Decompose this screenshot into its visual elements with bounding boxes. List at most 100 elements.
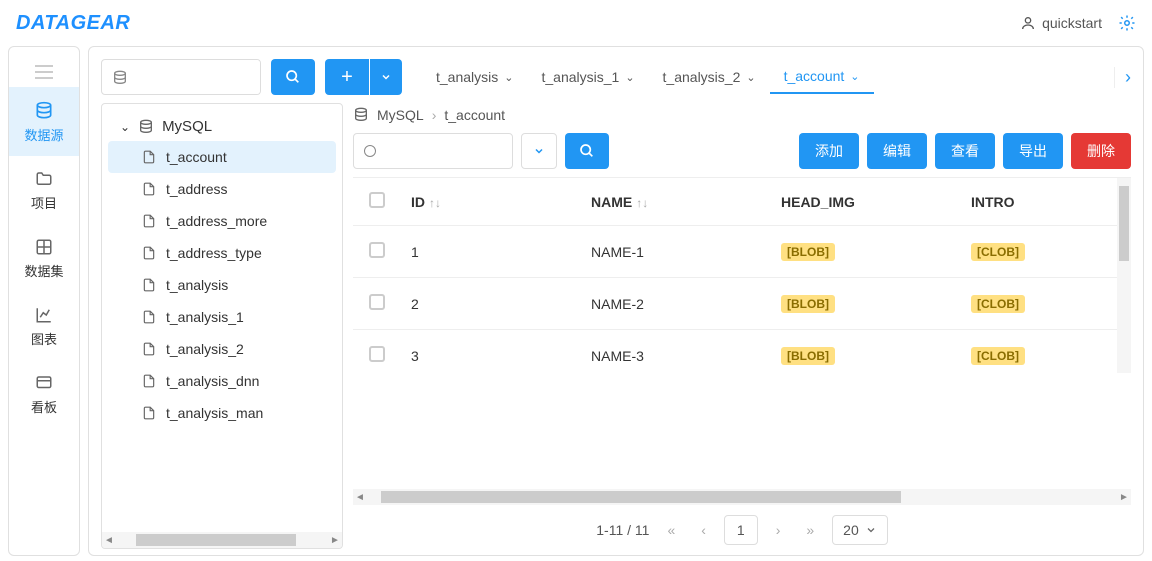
page-range: 1-11 / 11 <box>596 522 649 538</box>
app-logo[interactable]: DATAGEAR <box>16 12 130 35</box>
file-icon <box>142 149 156 165</box>
add-dropdown-button[interactable] <box>370 59 402 95</box>
chevron-down-icon <box>380 71 392 83</box>
cell-head-img: [BLOB] <box>773 278 963 330</box>
tree-item[interactable]: t_analysis_1 <box>102 301 342 333</box>
select-all-checkbox[interactable] <box>369 192 385 208</box>
page-prev-button[interactable]: ‹ <box>693 518 714 542</box>
export-button[interactable]: 导出 <box>1003 133 1063 169</box>
menu-toggle-icon[interactable] <box>9 55 79 87</box>
filter-dropdown-button[interactable] <box>521 133 557 169</box>
tree-item[interactable]: t_address_more <box>102 205 342 237</box>
db-icon <box>138 119 154 135</box>
column-header-id[interactable]: ID↑↓ <box>403 178 583 226</box>
chart-icon <box>34 306 54 324</box>
data-table: ID↑↓ NAME↑↓ HEAD_IMG INTRO 1NAME-1[BLOB]… <box>353 178 1131 381</box>
cell-id: 2 <box>403 278 583 330</box>
db-icon <box>112 70 128 86</box>
page-size-select[interactable]: 20 <box>832 515 888 545</box>
cell-intro: [CLOB] <box>963 226 1131 278</box>
row-checkbox[interactable] <box>369 242 385 258</box>
column-header-intro[interactable]: INTRO <box>963 178 1131 226</box>
chevron-down-icon[interactable]: ⌄ <box>746 71 755 84</box>
tree-item-label: t_analysis_man <box>166 405 263 421</box>
row-checkbox[interactable] <box>369 346 385 362</box>
tree-item-label: t_analysis_1 <box>166 309 244 325</box>
table-row[interactable]: 2NAME-2[BLOB][CLOB] <box>353 278 1131 330</box>
page-next-button[interactable]: › <box>768 518 789 542</box>
tabs: t_analysis⌄ t_analysis_1⌄ t_analysis_2⌄ … <box>422 60 1104 94</box>
tree-item[interactable]: t_analysis_dnn <box>102 365 342 397</box>
datasource-search[interactable] <box>101 59 261 95</box>
table-tree: ⌄ MySQL t_account t_address t_address_more… <box>101 103 343 549</box>
add-record-button[interactable]: 添加 <box>799 133 859 169</box>
nav-label: 图表 <box>31 332 57 347</box>
view-record-button[interactable]: 查看 <box>935 133 995 169</box>
row-checkbox[interactable] <box>369 294 385 310</box>
table-row[interactable]: 3NAME-3[BLOB][CLOB] <box>353 330 1131 382</box>
tab-t_account[interactable]: t_account⌄ <box>770 60 874 94</box>
breadcrumb: MySQL › t_account <box>353 103 1131 133</box>
column-header-head-img[interactable]: HEAD_IMG <box>773 178 963 226</box>
cell-name: NAME-3 <box>583 330 773 382</box>
tab-t_analysis_1[interactable]: t_analysis_1⌄ <box>527 61 648 93</box>
db-icon <box>34 101 54 121</box>
tree-item[interactable]: t_analysis_2 <box>102 333 342 365</box>
chevron-down-icon[interactable]: ⌄ <box>120 120 130 134</box>
tree-horizontal-scrollbar[interactable]: ◄ ► <box>102 532 342 548</box>
tree-item[interactable]: t_analysis <box>102 269 342 301</box>
filter-search-button[interactable] <box>565 133 609 169</box>
datasource-search-input[interactable] <box>138 60 260 94</box>
tree-item-label: t_account <box>166 149 227 165</box>
chevron-down-icon[interactable]: ⌄ <box>625 71 634 84</box>
nav-project[interactable]: 项目 <box>9 156 79 224</box>
data-table-wrap: ID↑↓ NAME↑↓ HEAD_IMG INTRO 1NAME-1[BLOB]… <box>353 177 1131 485</box>
nav-datasource[interactable]: 数据源 <box>9 87 79 155</box>
column-header-name[interactable]: NAME↑↓ <box>583 178 773 226</box>
page-last-button[interactable]: » <box>798 518 822 542</box>
page-current[interactable]: 1 <box>724 515 758 545</box>
edit-record-button[interactable]: 编辑 <box>867 133 927 169</box>
nav-chart[interactable]: 图表 <box>9 292 79 360</box>
search-icon <box>579 143 595 159</box>
tabs-scroll-right[interactable]: › <box>1114 67 1131 88</box>
tree-item-label: t_analysis_dnn <box>166 373 259 389</box>
add-button[interactable]: + <box>325 59 369 95</box>
cell-name: NAME-1 <box>583 226 773 278</box>
tree-item-label: t_address_type <box>166 245 262 261</box>
chevron-down-icon[interactable]: ⌄ <box>850 70 859 83</box>
cell-intro: [CLOB] <box>963 330 1131 382</box>
filter-input[interactable] <box>353 133 513 169</box>
table-horizontal-scrollbar[interactable]: ◄ ► <box>353 489 1131 505</box>
cell-name: NAME-2 <box>583 278 773 330</box>
delete-button[interactable]: 删除 <box>1071 133 1131 169</box>
nav-dashboard[interactable]: 看板 <box>9 360 79 428</box>
user-icon <box>1020 15 1036 31</box>
username[interactable]: quickstart <box>1042 15 1102 31</box>
sort-icon: ↑↓ <box>429 196 441 210</box>
tree-item[interactable]: t_account <box>108 141 336 173</box>
table-vertical-scrollbar[interactable] <box>1117 178 1131 373</box>
tab-t_analysis[interactable]: t_analysis⌄ <box>422 61 527 93</box>
page-first-button[interactable]: « <box>659 518 683 542</box>
tree-item[interactable]: t_analysis_man <box>102 397 342 429</box>
db-icon <box>353 107 369 123</box>
tree-db-node[interactable]: ⌄ MySQL <box>102 112 342 141</box>
file-icon <box>142 341 156 357</box>
tree-item-label: t_address_more <box>166 213 267 229</box>
nav-dataset[interactable]: 数据集 <box>9 224 79 292</box>
search-button[interactable] <box>271 59 315 95</box>
cell-id: 1 <box>403 226 583 278</box>
tree-item[interactable]: t_address_type <box>102 237 342 269</box>
file-icon <box>142 245 156 261</box>
tree-item-label: t_analysis <box>166 277 228 293</box>
chevron-down-icon <box>533 145 545 157</box>
cell-head-img: [BLOB] <box>773 330 963 382</box>
tab-t_analysis_2[interactable]: t_analysis_2⌄ <box>649 61 770 93</box>
table-row[interactable]: 1NAME-1[BLOB][CLOB] <box>353 226 1131 278</box>
tree-item-label: t_analysis_2 <box>166 341 244 357</box>
tree-item[interactable]: t_address <box>102 173 342 205</box>
gear-icon[interactable] <box>1118 14 1136 32</box>
chevron-down-icon[interactable]: ⌄ <box>504 71 513 84</box>
breadcrumb-db[interactable]: MySQL <box>377 107 424 123</box>
